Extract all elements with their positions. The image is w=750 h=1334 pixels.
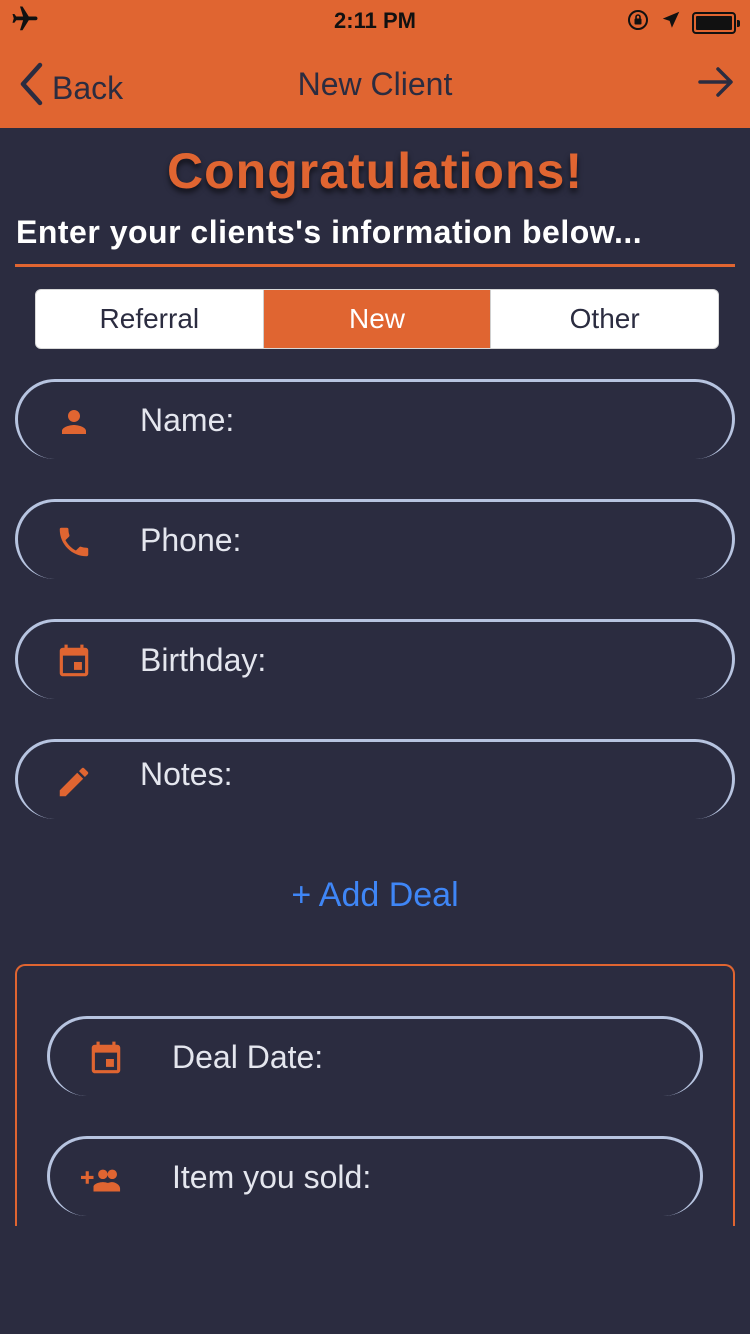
notes-field[interactable]: Notes:	[15, 739, 735, 819]
phone-icon	[54, 522, 94, 562]
status-bar: 2:11 PM	[0, 0, 750, 40]
person-icon	[54, 402, 94, 442]
add-group-icon	[80, 1159, 132, 1199]
arrow-right-icon	[696, 67, 736, 106]
segment-new[interactable]: New	[263, 290, 492, 348]
battery-icon	[692, 11, 740, 34]
header-divider	[15, 264, 735, 267]
client-type-segmented-control: Referral New Other	[35, 289, 719, 349]
next-button[interactable]	[696, 62, 736, 107]
phone-placeholder: Phone:	[140, 522, 242, 558]
pencil-icon	[54, 762, 94, 802]
top-bar: 2:11 PM Back New Client	[0, 0, 750, 128]
deal-date-placeholder: Deal Date:	[172, 1039, 324, 1075]
name-field[interactable]: Name:	[15, 379, 735, 459]
segment-referral[interactable]: Referral	[36, 290, 264, 348]
calendar-icon	[86, 1039, 126, 1079]
item-sold-field[interactable]: Item you sold:	[47, 1136, 703, 1216]
calendar-icon	[54, 642, 94, 682]
orientation-lock-icon	[626, 8, 650, 37]
form-subtitle: Enter your clients's information below..…	[16, 214, 643, 250]
item-sold-placeholder: Item you sold:	[172, 1159, 372, 1195]
deal-date-field[interactable]: Deal Date:	[47, 1016, 703, 1096]
status-icons	[626, 8, 740, 37]
name-placeholder: Name:	[140, 402, 235, 438]
birthday-field[interactable]: Birthday:	[15, 619, 735, 699]
phone-field[interactable]: Phone:	[15, 499, 735, 579]
notes-placeholder: Notes:	[140, 756, 233, 792]
segment-other[interactable]: Other	[491, 290, 718, 348]
location-arrow-icon	[660, 9, 682, 36]
add-deal-button[interactable]: + Add Deal	[0, 876, 750, 915]
congrats-heading: Congratulations!	[167, 143, 583, 199]
page-title: New Client	[297, 66, 453, 102]
birthday-placeholder: Birthday:	[140, 642, 267, 678]
